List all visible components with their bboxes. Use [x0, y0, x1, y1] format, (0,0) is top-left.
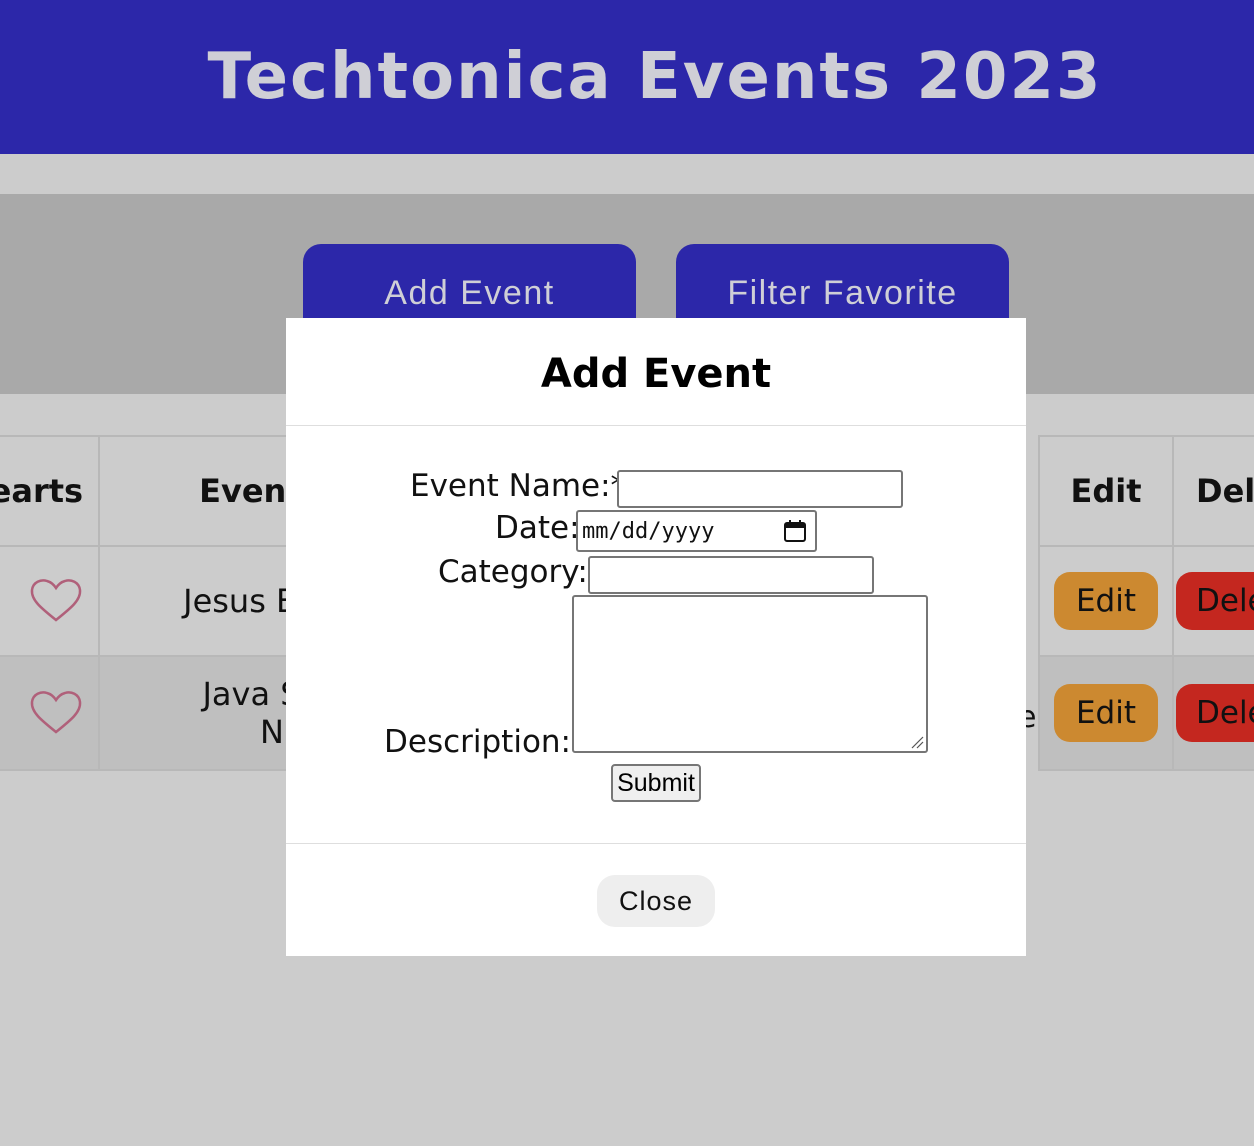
delete-button[interactable]: Dele	[1176, 684, 1254, 742]
calendar-icon[interactable]	[783, 519, 807, 543]
column-header-edit-label: Edit	[1070, 472, 1142, 510]
date-placeholder: mm/dd/yyyy	[582, 518, 715, 544]
page-title: Techtonica Events 2023	[207, 40, 1103, 114]
modal-footer: Close	[286, 843, 1026, 956]
date-input[interactable]: mm/dd/yyyy	[576, 510, 817, 552]
page: Techtonica Events 2023 Add Event Filter …	[0, 0, 1254, 1146]
table-row-1-delete-cell: Dele	[1172, 545, 1254, 657]
add-event-modal: Add Event Event Name:* Date: mm/dd/yyyy …	[286, 318, 1026, 956]
resize-grip-icon[interactable]	[910, 735, 924, 749]
column-header-delete-label: Dele	[1196, 472, 1254, 510]
close-button[interactable]: Close	[597, 875, 715, 927]
column-header-delete: Dele	[1172, 435, 1254, 547]
edit-button[interactable]: Edit	[1054, 572, 1158, 630]
description-textarea[interactable]	[572, 595, 928, 753]
table-row-2-edit-cell: Edit	[1038, 655, 1174, 771]
date-label: Date:	[495, 510, 580, 546]
description-label: Description:	[384, 724, 571, 760]
edit-button[interactable]: Edit	[1054, 684, 1158, 742]
heart-outline-icon[interactable]	[29, 690, 83, 736]
app-header: Techtonica Events 2023	[0, 0, 1254, 154]
column-header-hearts-label: hearts	[0, 472, 84, 510]
table-row-2-delete-cell: Dele	[1172, 655, 1254, 771]
column-header-edit: Edit	[1038, 435, 1174, 547]
event-name-label: Event Name:*	[410, 468, 627, 504]
table-row-1-edit-cell: Edit	[1038, 545, 1174, 657]
category-label: Category:	[438, 554, 588, 590]
heart-outline-icon[interactable]	[29, 578, 83, 624]
delete-button[interactable]: Dele	[1176, 572, 1254, 630]
submit-button[interactable]: Submit	[611, 764, 701, 802]
column-header-hearts: hearts	[0, 435, 100, 547]
category-input[interactable]	[588, 556, 874, 594]
event-name-input[interactable]	[617, 470, 903, 508]
table-row-2-heart-cell	[0, 655, 100, 771]
modal-title: Add Event	[286, 318, 1026, 426]
table-row-1-heart-cell	[0, 545, 100, 657]
